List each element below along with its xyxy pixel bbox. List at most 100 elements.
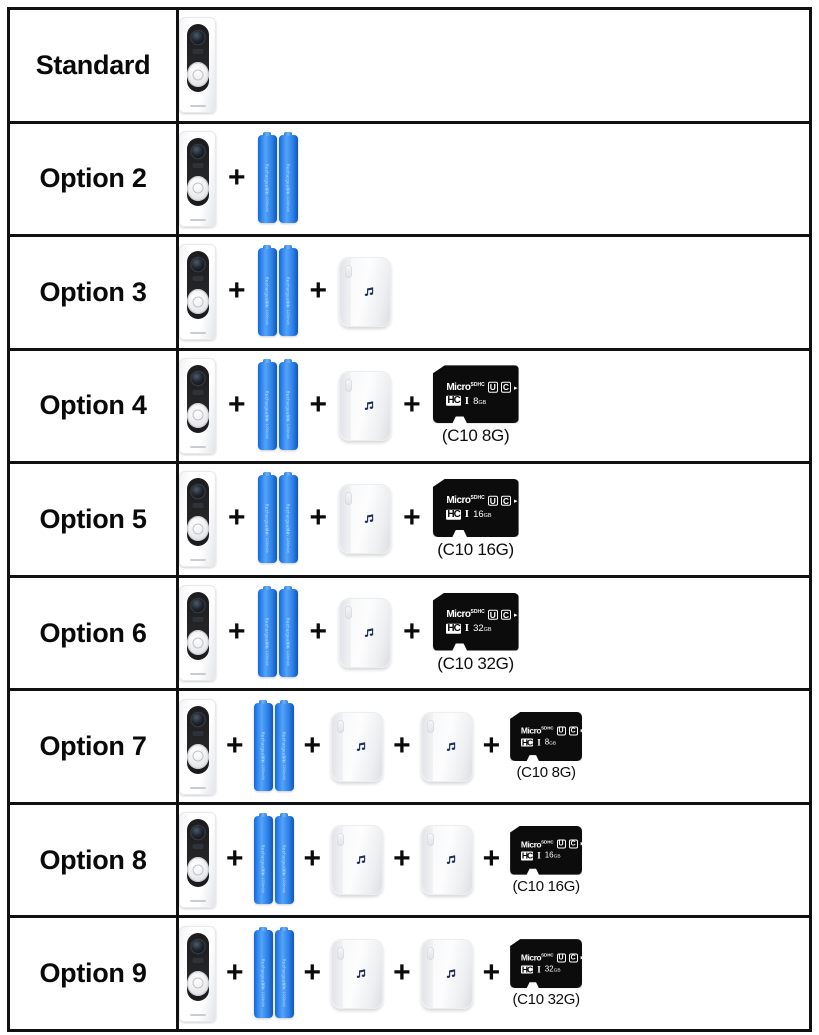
music-note-icon	[445, 968, 457, 980]
item-slot: MicroSDHCUC▸HCI16GB(C10 16G)	[432, 478, 519, 560]
microsd-card-body: MicroSDHCUC▸HCI16GB	[432, 478, 519, 537]
microsd-brand-text: MicroSDHC	[520, 952, 554, 963]
doorbell-press-button[interactable]	[186, 402, 209, 428]
option-label-cell[interactable]: Option 2	[7, 120, 179, 238]
video-doorbell[interactable]	[179, 925, 216, 1022]
battery-spec-text: 1.5V 1200mAh	[286, 642, 291, 666]
option-label-cell[interactable]: Option 7	[7, 688, 179, 805]
wireless-chime[interactable]	[331, 938, 384, 1009]
video-doorbell[interactable]	[179, 585, 216, 681]
chime-pair-button[interactable]	[337, 833, 345, 847]
item-slot	[179, 130, 216, 227]
microsd-card[interactable]: MicroSDHCUC▸HCI32GB(C10 32G)	[432, 592, 519, 674]
chime-pair-button[interactable]	[337, 719, 345, 733]
chime-pair-button[interactable]	[426, 946, 434, 960]
item-slot: Rechargeable 1.5V 1200mAh Rechargeable 1.5V…	[253, 926, 294, 1018]
battery-spec-text: 1.5V 1200mAh	[286, 528, 291, 553]
chime-pair-button[interactable]	[345, 606, 353, 619]
microsd-spec-row: HC I 16GB	[520, 851, 582, 861]
rechargeable-batteries[interactable]: Rechargeable 1.5V 1200mAh Rechargeable 1.5V…	[257, 358, 298, 450]
microsd-card[interactable]: MicroSDHCUC▸HCI16GB(C10 16G)	[432, 478, 519, 560]
video-doorbell[interactable]	[179, 471, 216, 568]
play-arrow-icon: ▸	[581, 841, 582, 848]
plus-separator-icon: +	[303, 842, 322, 876]
rechargeable-batteries[interactable]: Rechargeable 1.5V 1200mAh Rechargeable 1.5V…	[253, 813, 294, 905]
microsd-card[interactable]: MicroSDHCUC▸HCI16GB(C10 16G)	[510, 825, 583, 895]
doorbell-press-button[interactable]	[186, 857, 209, 883]
chime-pair-button[interactable]	[345, 378, 353, 392]
plus-separator-icon: +	[226, 955, 244, 989]
video-doorbell[interactable]	[179, 812, 216, 909]
option-label-cell[interactable]: Standard	[7, 7, 179, 124]
chime-pair-button[interactable]	[426, 833, 434, 847]
wireless-chime[interactable]	[339, 257, 392, 328]
item-slot: Rechargeable 1.5V 1200mAh Rechargeable 1.5V…	[257, 245, 298, 337]
doorbell-press-button[interactable]	[186, 175, 209, 201]
wireless-chime[interactable]	[339, 484, 392, 555]
rechargeable-batteries[interactable]: Rechargeable 1.5V 1200mAh Rechargeable 1.5V…	[253, 699, 294, 791]
wireless-chime-second[interactable]	[420, 711, 473, 782]
microsd-card[interactable]: MicroSDHCUC▸HCI8GB(C10 8G)	[432, 365, 519, 446]
wireless-chime-second[interactable]	[420, 938, 473, 1009]
option-items-list: + Rechargeable 1.5V 1200mAh Rechargeable 1.5…	[179, 918, 809, 1029]
rechargeable-batteries[interactable]: Rechargeable 1.5V 1200mAh Rechargeable 1.5V…	[257, 586, 298, 677]
option-items-list: + Rechargeable 1.5V 1200mAh Rechargeable 1.5…	[179, 805, 809, 916]
microsd-capacity-text: 32GB	[473, 622, 492, 634]
rechargeable-batteries[interactable]: Rechargeable 1.5V 1200mAh Rechargeable 1.5V…	[257, 245, 298, 337]
wireless-chime[interactable]	[331, 825, 384, 896]
motion-sensor-icon	[192, 49, 203, 55]
battery-spec-text: 1.5V 1200mAh	[282, 869, 287, 894]
doorbell-press-button[interactable]	[186, 630, 209, 655]
option-label-cell[interactable]: Option 3	[7, 234, 179, 351]
doorbell-press-button[interactable]	[186, 516, 209, 542]
battery-cell: Rechargeable 1.5V 1200mAh	[253, 813, 273, 905]
music-note-icon	[445, 854, 457, 866]
plus-separator-icon: +	[309, 387, 328, 421]
wireless-chime[interactable]	[331, 711, 384, 782]
wireless-chime[interactable]	[339, 598, 392, 668]
item-slot: Rechargeable 1.5V 1200mAh Rechargeable 1.5V…	[257, 131, 298, 223]
option-label-cell[interactable]: Option 8	[7, 801, 179, 919]
microsd-card-body: MicroSDHCUC▸HCI32GB	[432, 592, 519, 651]
option-label-cell[interactable]: Option 4	[7, 347, 179, 465]
doorbell-press-button[interactable]	[186, 970, 209, 996]
microsd-card[interactable]: MicroSDHCUC▸HCI8GB(C10 8G)	[510, 712, 583, 781]
battery-cell: Rechargeable 1.5V 1200mAh	[278, 131, 298, 223]
chime-pair-button[interactable]	[426, 719, 434, 733]
option-label: Option 8	[39, 844, 147, 875]
microsd-card[interactable]: MicroSDHCUC▸HCI32GB(C10 32G)	[510, 939, 583, 1009]
doorbell-press-button[interactable]	[186, 289, 209, 315]
doorbell-press-button[interactable]	[186, 62, 209, 88]
video-speed-class-icon: C	[568, 953, 578, 963]
chime-pair-button[interactable]	[337, 946, 345, 960]
rechargeable-batteries[interactable]: Rechargeable 1.5V 1200mAh Rechargeable 1.5V…	[257, 131, 298, 223]
video-doorbell[interactable]	[179, 698, 216, 795]
music-note-icon	[363, 513, 375, 525]
option-label: Option 6	[39, 617, 147, 648]
microsd-class-caption: (C10 32G)	[512, 991, 580, 1009]
video-doorbell[interactable]	[179, 244, 216, 341]
video-doorbell[interactable]	[179, 130, 216, 227]
battery-spec-text: 1.5V 1200mAh	[282, 755, 287, 780]
rechargeable-batteries[interactable]: Rechargeable 1.5V 1200mAh Rechargeable 1.5V…	[253, 926, 294, 1018]
wireless-chime-second[interactable]	[420, 825, 473, 896]
wireless-chime[interactable]	[339, 370, 392, 441]
microsd-spec-row: HC I 8GB	[446, 395, 518, 407]
video-doorbell[interactable]	[179, 17, 216, 114]
chime-pair-button[interactable]	[345, 265, 353, 279]
option-label-cell[interactable]: Option 9	[7, 915, 179, 1032]
video-doorbell[interactable]	[179, 357, 216, 454]
option-label-cell[interactable]: Option 5	[7, 461, 179, 578]
plus-separator-icon: +	[482, 842, 501, 876]
item-slot	[179, 17, 216, 114]
doorbell-press-button[interactable]	[186, 743, 209, 769]
rechargeable-batteries[interactable]: Rechargeable 1.5V 1200mAh Rechargeable 1.5V…	[257, 472, 298, 564]
item-slot: Rechargeable 1.5V 1200mAh Rechargeable 1.5V…	[253, 813, 294, 905]
item-slot	[179, 698, 216, 795]
option-label-cell[interactable]: Option 6	[7, 574, 179, 692]
doorbell-brand-label	[189, 218, 206, 221]
plus-separator-icon: +	[393, 728, 411, 762]
microsd-brand-text: MicroSDHC	[520, 839, 554, 850]
plus-separator-icon: +	[226, 842, 244, 876]
chime-pair-button[interactable]	[345, 492, 353, 506]
